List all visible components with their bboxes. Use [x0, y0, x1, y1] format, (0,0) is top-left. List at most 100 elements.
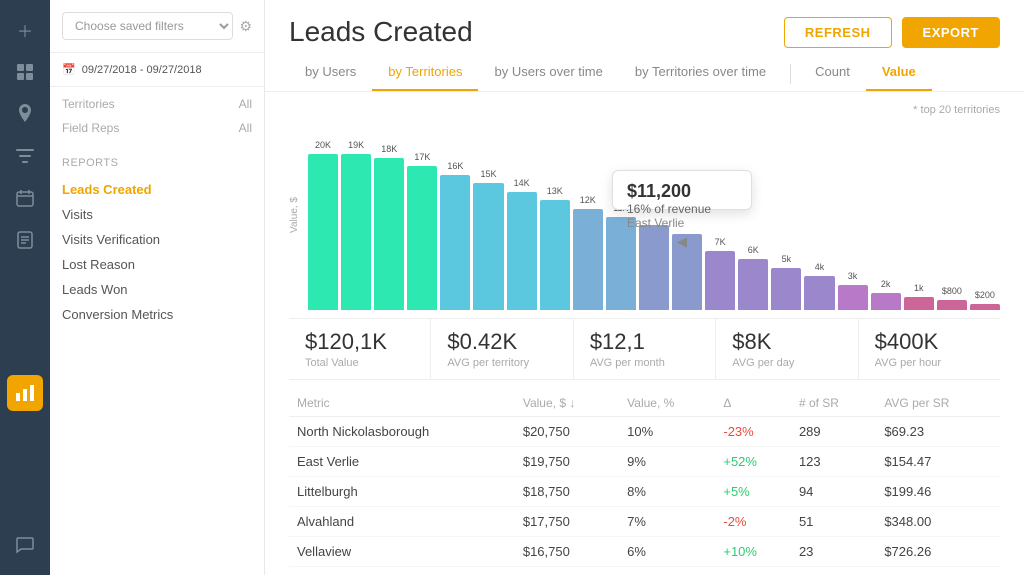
field-reps-value[interactable]: All	[239, 121, 252, 135]
bar-label: 16K	[447, 161, 463, 171]
bar-group[interactable]: 3k	[838, 140, 868, 310]
chart-bar[interactable]	[308, 154, 338, 310]
chart-bar[interactable]	[804, 276, 834, 310]
chart-bar[interactable]	[407, 166, 437, 310]
report-visits[interactable]: Visits	[62, 202, 252, 227]
col-pct: Value, %	[619, 390, 715, 417]
table-row: East Verlie $19,750 9% +52% 123 $154.47	[289, 447, 1000, 477]
bar-group[interactable]: 5k	[771, 140, 801, 310]
territories-value[interactable]: All	[239, 97, 252, 111]
bar-group[interactable]: 4k	[804, 140, 834, 310]
report-visits-verification[interactable]: Visits Verification	[62, 227, 252, 252]
field-reps-label: Field Reps	[62, 121, 119, 135]
bar-label: 3k	[848, 271, 858, 281]
chart-bar[interactable]	[573, 209, 603, 310]
chart-bar[interactable]	[341, 154, 371, 310]
tab-count[interactable]: Count	[799, 56, 866, 91]
avg-territory-label: AVG per territory	[447, 357, 556, 369]
bar-group[interactable]: 6K	[738, 140, 768, 310]
chart-bar[interactable]	[871, 293, 901, 310]
table-row: Alvahland $17,750 7% -2% 51 $348.00	[289, 507, 1000, 537]
chart-icon[interactable]	[7, 375, 43, 411]
tab-by-territories[interactable]: by Territories	[372, 56, 478, 91]
bar-group[interactable]: 12K	[573, 140, 603, 310]
bar-group[interactable]: $800	[937, 140, 967, 310]
report-conversion-metrics[interactable]: Conversion Metrics	[62, 302, 252, 327]
cell-sr: 123	[791, 447, 876, 477]
avg-month-value: $12,1	[590, 329, 699, 355]
cell-metric: North Nickolasborough	[289, 417, 515, 447]
chart-bar[interactable]	[440, 175, 470, 310]
bar-group[interactable]: 15K	[473, 140, 503, 310]
bar-group[interactable]: $200	[970, 140, 1000, 310]
avg-day-label: AVG per day	[732, 357, 841, 369]
grid-icon[interactable]	[7, 54, 43, 90]
chart-bar[interactable]	[606, 217, 636, 310]
col-avg-sr: AVG per SR	[876, 390, 1000, 417]
chart-bar[interactable]	[838, 285, 868, 310]
cell-sr: 289	[791, 417, 876, 447]
chart-bar[interactable]	[738, 259, 768, 310]
bar-group[interactable]: 16K	[440, 140, 470, 310]
bar-label: 2k	[881, 279, 891, 289]
main-content: Leads Created REFRESH EXPORT by Users by…	[265, 0, 1024, 575]
tab-value[interactable]: Value	[866, 56, 932, 91]
chart-bar[interactable]	[705, 251, 735, 310]
chart-bar[interactable]	[507, 192, 537, 310]
bar-group[interactable]: 20K	[308, 140, 338, 310]
bar-group[interactable]: 1k	[904, 140, 934, 310]
chart-bar[interactable]	[540, 200, 570, 310]
filter-icon[interactable]	[7, 138, 43, 174]
data-table: Metric Value, $ ↓ Value, % Δ # of SR AVG…	[289, 390, 1000, 567]
cell-pct: 7%	[619, 507, 715, 537]
report-leads-won[interactable]: Leads Won	[62, 277, 252, 302]
bar-group[interactable]: 19K	[341, 140, 371, 310]
cell-metric: Alvahland	[289, 507, 515, 537]
cell-avg-sr: $154.47	[876, 447, 1000, 477]
tab-by-users[interactable]: by Users	[289, 56, 372, 91]
chart-bar[interactable]	[374, 158, 404, 310]
document-icon[interactable]	[7, 222, 43, 258]
cell-delta: +5%	[715, 477, 791, 507]
bar-group[interactable]: 13K	[540, 140, 570, 310]
cell-value: $20,750	[515, 417, 619, 447]
tab-by-users-over-time[interactable]: by Users over time	[478, 56, 618, 91]
main-header: Leads Created REFRESH EXPORT	[265, 0, 1024, 56]
cell-pct: 6%	[619, 537, 715, 567]
plus-icon[interactable]: ＋	[7, 12, 43, 48]
col-value[interactable]: Value, $ ↓	[515, 390, 619, 417]
bar-label: 12K	[580, 195, 596, 205]
gear-icon[interactable]: ⚙	[239, 18, 252, 35]
bar-group[interactable]: 17K	[407, 140, 437, 310]
reports-title: REPORTS	[62, 157, 252, 169]
tab-by-territories-over-time[interactable]: by Territories over time	[619, 56, 782, 91]
export-button[interactable]: EXPORT	[902, 17, 1000, 48]
cell-delta: -23%	[715, 417, 791, 447]
bar-group[interactable]: 2k	[871, 140, 901, 310]
calendar-icon[interactable]	[7, 180, 43, 216]
report-lost-reason[interactable]: Lost Reason	[62, 252, 252, 277]
chart-bar[interactable]	[970, 304, 1000, 310]
bars-wrapper: 20K19K18K17K16K15K14K13K12K11K $11,200 1…	[308, 140, 1000, 310]
chart-bar[interactable]	[904, 297, 934, 310]
report-leads-created[interactable]: Leads Created	[62, 177, 252, 202]
refresh-button[interactable]: REFRESH	[784, 17, 892, 48]
avg-hour-value: $400K	[875, 329, 984, 355]
chart-bar[interactable]	[473, 183, 503, 310]
cell-sr: 23	[791, 537, 876, 567]
chart-area: * top 20 territories Value, $ 20K19K18K1…	[265, 92, 1024, 318]
table-header-row: Metric Value, $ ↓ Value, % Δ # of SR AVG…	[289, 390, 1000, 417]
chat-icon[interactable]	[7, 527, 43, 563]
date-range-text: 09/27/2018 - 09/27/2018	[82, 64, 202, 76]
chart-bar[interactable]	[937, 300, 967, 310]
bar-label: 6K	[748, 245, 759, 255]
bar-group[interactable]: $11,200 16% of revenue East Verlie ◀	[639, 140, 669, 310]
chart-bar[interactable]	[771, 268, 801, 310]
filter-select[interactable]: Choose saved filters	[62, 12, 233, 40]
bar-group[interactable]: 18K	[374, 140, 404, 310]
bar-tooltip: $11,200 16% of revenue East Verlie ◀	[612, 170, 752, 210]
location-icon[interactable]	[7, 96, 43, 132]
bar-group[interactable]: 14K	[507, 140, 537, 310]
table-row: Vellaview $16,750 6% +10% 23 $726.26	[289, 537, 1000, 567]
bar-label: 5k	[782, 254, 792, 264]
